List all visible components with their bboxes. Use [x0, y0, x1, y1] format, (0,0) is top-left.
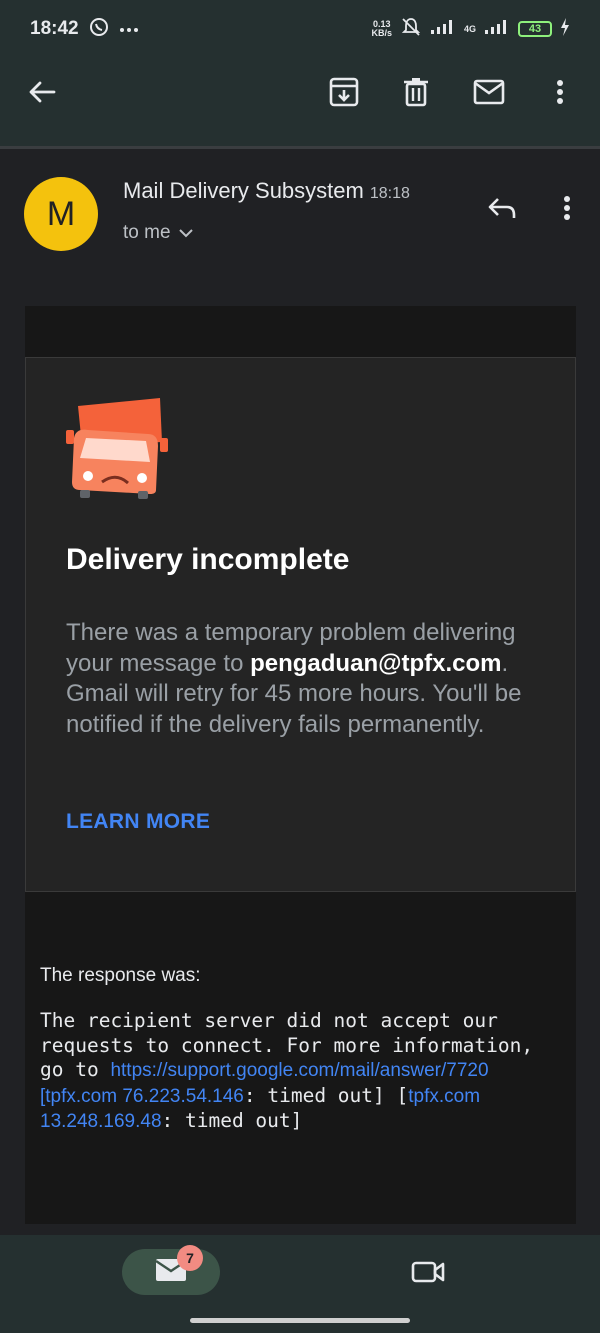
archive-icon[interactable]	[326, 74, 362, 110]
bounce-message: There was a temporary problem delivering…	[66, 619, 522, 738]
unread-badge: 7	[177, 1245, 203, 1271]
status-time: 18:42	[30, 18, 79, 39]
signal-icon	[430, 19, 456, 40]
server-link-1[interactable]: [tpfx.com 76.223.54.146	[40, 1086, 244, 1107]
status-bar: 18:42 0.13 KB/s 4G 43	[0, 0, 600, 58]
reply-icon[interactable]	[484, 190, 520, 226]
email-time: 18:18	[369, 185, 410, 202]
delete-icon[interactable]	[398, 74, 434, 110]
mail-tab[interactable]	[122, 1249, 220, 1295]
bounce-title: Delivery incomplete	[66, 543, 350, 576]
signal-4g-icon	[484, 19, 510, 40]
chevron-down-icon	[178, 222, 193, 244]
back-arrow-icon[interactable]	[24, 74, 60, 110]
app-bar	[0, 58, 600, 146]
response-label: The response was:	[40, 965, 201, 986]
home-indicator[interactable]	[190, 1318, 410, 1323]
meet-video-icon[interactable]	[410, 1254, 446, 1290]
message-more-icon[interactable]	[549, 190, 585, 226]
battery-indicator: 43	[518, 21, 552, 37]
sender-avatar[interactable]: M	[24, 177, 98, 251]
sender-line[interactable]: Mail Delivery Subsystem 18:18	[123, 178, 410, 204]
network-speed: 0.13 KB/s	[371, 19, 392, 38]
whatsapp-icon	[89, 17, 109, 42]
support-link[interactable]: https://support.google.com/mail/answer/7…	[110, 1060, 488, 1081]
toolbar-divider	[0, 146, 600, 149]
mute-icon	[400, 16, 422, 43]
failed-address: pengaduan@tpfx.com	[250, 649, 502, 677]
recipient-label: to me	[123, 222, 171, 243]
response-text: The recipient server did not accept our …	[40, 1009, 534, 1132]
recipient-details[interactable]: to me	[123, 222, 193, 244]
sender-name: Mail Delivery Subsystem	[123, 178, 364, 203]
charging-icon	[560, 17, 570, 41]
more-vert-icon[interactable]	[542, 74, 578, 110]
network-type: 4G	[463, 24, 476, 34]
more-notifications-icon	[119, 20, 139, 38]
learn-more-link[interactable]: LEARN MORE	[66, 810, 210, 834]
delivery-truck-icon	[64, 398, 170, 505]
mark-unread-icon[interactable]	[471, 74, 507, 110]
